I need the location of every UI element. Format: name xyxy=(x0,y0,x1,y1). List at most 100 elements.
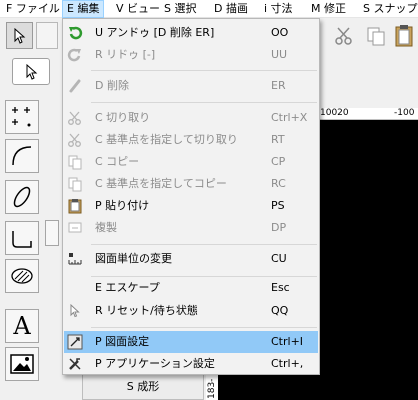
menu-item-escape[interactable]: E エスケープ Esc xyxy=(64,277,318,299)
arrow-cursor-icon xyxy=(14,27,25,44)
menu-item-label: R リドゥ [-] xyxy=(95,48,156,61)
edit-menu-dropdown: U アンドゥ [D 削除 ER] OO R リドゥ [-] UU D 削除 ER… xyxy=(62,18,320,375)
menu-snap[interactable]: S スナップ xyxy=(359,0,418,18)
menu-item-label: P 貼り付け xyxy=(95,199,150,212)
menu-view[interactable]: V ビュー xyxy=(112,0,164,18)
cut-toolbar-button[interactable] xyxy=(330,22,357,49)
menu-item-label: C 基準点を指定して切り取り xyxy=(95,133,238,146)
menu-separator xyxy=(91,70,317,71)
arc-tool-button[interactable] xyxy=(5,139,39,173)
select-tool-button[interactable] xyxy=(6,22,33,49)
menu-item-shortcut: RC xyxy=(271,177,286,190)
scissors-icon xyxy=(67,110,83,126)
menu-item-cut[interactable]: C 切り取り Ctrl+X xyxy=(64,107,318,129)
spline-tool-button[interactable] xyxy=(5,221,39,255)
menu-separator xyxy=(91,327,317,328)
menu-item-duplicate[interactable]: 複製 DP xyxy=(64,217,318,239)
menu-item-shortcut: Ctrl+X xyxy=(271,111,308,124)
app-settings-icon xyxy=(67,356,83,372)
menu-item-shortcut: ER xyxy=(271,79,286,92)
menu-item-paste[interactable]: P 貼り付け PS xyxy=(64,195,318,217)
point-tool-button[interactable] xyxy=(5,100,39,134)
menu-item-label: E エスケープ xyxy=(95,281,160,294)
arc-icon xyxy=(12,146,32,166)
ellipse-icon xyxy=(13,186,31,208)
menu-edit[interactable]: E 編集 xyxy=(62,0,105,18)
modify-tab-label: S 成形 xyxy=(126,380,160,393)
menu-item-label: R リセット/待ち状態 xyxy=(95,304,198,317)
redo-icon xyxy=(67,47,83,63)
ruler-label: 10020 xyxy=(320,108,349,118)
menu-item-cut-with-basepoint[interactable]: C 基準点を指定して切り取り RT xyxy=(64,129,318,151)
menu-item-reset[interactable]: R リセット/待ち状態 QQ xyxy=(64,300,318,322)
menu-item-label: 複製 xyxy=(95,221,117,234)
palette-side-button[interactable] xyxy=(45,220,59,246)
clipboard-icon xyxy=(395,24,412,46)
scissors-basepoint-icon xyxy=(67,132,83,148)
curve-icon xyxy=(12,231,32,248)
menu-bar: F ファイル E 編集 V ビュー S 選択 D 描画 i 寸法 M 修正 S … xyxy=(0,0,418,18)
menu-item-shortcut: RT xyxy=(271,133,285,146)
menu-item-shortcut: Esc xyxy=(271,281,290,294)
toolbar-button-2[interactable] xyxy=(36,22,58,49)
left-ruler: 183- xyxy=(206,375,218,400)
units-icon xyxy=(67,251,83,267)
text-tool-button[interactable]: A xyxy=(5,309,39,343)
cursor-icon xyxy=(67,303,83,319)
copy-toolbar-button[interactable] xyxy=(362,22,389,49)
ruler-label: 183- xyxy=(207,378,217,399)
menu-item-shortcut: PS xyxy=(271,199,285,212)
menu-item-label: D 削除 xyxy=(95,79,129,92)
ellipse-tool-button[interactable] xyxy=(5,180,39,214)
text-tool-label: A xyxy=(13,312,31,340)
copy-icon xyxy=(67,154,83,170)
menu-item-label: C 基準点を指定してコピー xyxy=(95,177,227,190)
duplicate-icon xyxy=(67,220,83,236)
scissors-icon xyxy=(334,26,352,45)
menu-item-drawing-settings[interactable]: P 図面設定 Ctrl+I xyxy=(64,331,318,353)
menu-separator xyxy=(91,244,317,245)
eraser-icon xyxy=(67,78,83,94)
hatch-tool-button[interactable] xyxy=(5,259,39,293)
menu-item-label: U アンドゥ [D 削除 ER] xyxy=(95,26,215,39)
menu-item-shortcut: UU xyxy=(271,48,288,61)
menu-item-delete[interactable]: D 削除 ER xyxy=(64,75,318,97)
cursor-mode-box[interactable] xyxy=(12,58,50,85)
menu-item-copy[interactable]: C コピー CP xyxy=(64,151,318,173)
menu-item-redo[interactable]: R リドゥ [-] UU xyxy=(64,44,318,66)
arrow-cursor-icon xyxy=(26,64,38,80)
menu-item-change-units[interactable]: 図面単位の変更 CU xyxy=(64,248,318,270)
menu-item-shortcut: DP xyxy=(271,221,287,234)
menu-item-shortcut: OO xyxy=(271,26,289,39)
menu-item-shortcut: Ctrl+I xyxy=(271,335,304,348)
menu-dimension[interactable]: i 寸法 xyxy=(260,0,297,18)
paste-icon xyxy=(67,198,83,214)
menu-item-undo[interactable]: U アンドゥ [D 削除 ER] OO xyxy=(64,22,318,44)
points-icon xyxy=(12,107,31,127)
menu-draw[interactable]: D 描画 xyxy=(210,0,252,18)
drawing-settings-icon xyxy=(67,334,83,350)
menu-item-shortcut: CP xyxy=(271,155,286,168)
menu-select[interactable]: S 選択 xyxy=(160,0,200,18)
ruler-label: -100 xyxy=(394,108,415,118)
image-tool-button[interactable] xyxy=(5,347,39,381)
menu-item-shortcut: CU xyxy=(271,252,287,265)
copy-icon xyxy=(367,27,384,45)
hatch-icon xyxy=(11,268,33,284)
menu-separator xyxy=(91,102,317,103)
menu-item-shortcut: QQ xyxy=(271,304,289,317)
menu-item-label: 図面単位の変更 xyxy=(95,252,172,265)
menu-item-label: P アプリケーション設定 xyxy=(95,357,215,370)
menu-item-label: C 切り取り xyxy=(95,111,151,124)
menu-item-copy-with-basepoint[interactable]: C 基準点を指定してコピー RC xyxy=(64,173,318,195)
menu-file[interactable]: F ファイル xyxy=(2,0,64,18)
modify-tab[interactable]: S 成形 xyxy=(82,374,204,400)
menu-item-app-settings[interactable]: P アプリケーション設定 Ctrl+, xyxy=(64,353,318,375)
undo-icon xyxy=(67,25,83,41)
menu-item-label: P 図面設定 xyxy=(95,335,150,348)
menu-item-shortcut: Ctrl+, xyxy=(271,357,304,370)
menu-item-label: C コピー xyxy=(95,155,140,168)
tool-palette: A xyxy=(0,92,60,400)
paste-toolbar-button[interactable] xyxy=(390,22,417,49)
menu-modify[interactable]: M 修正 xyxy=(307,0,350,18)
